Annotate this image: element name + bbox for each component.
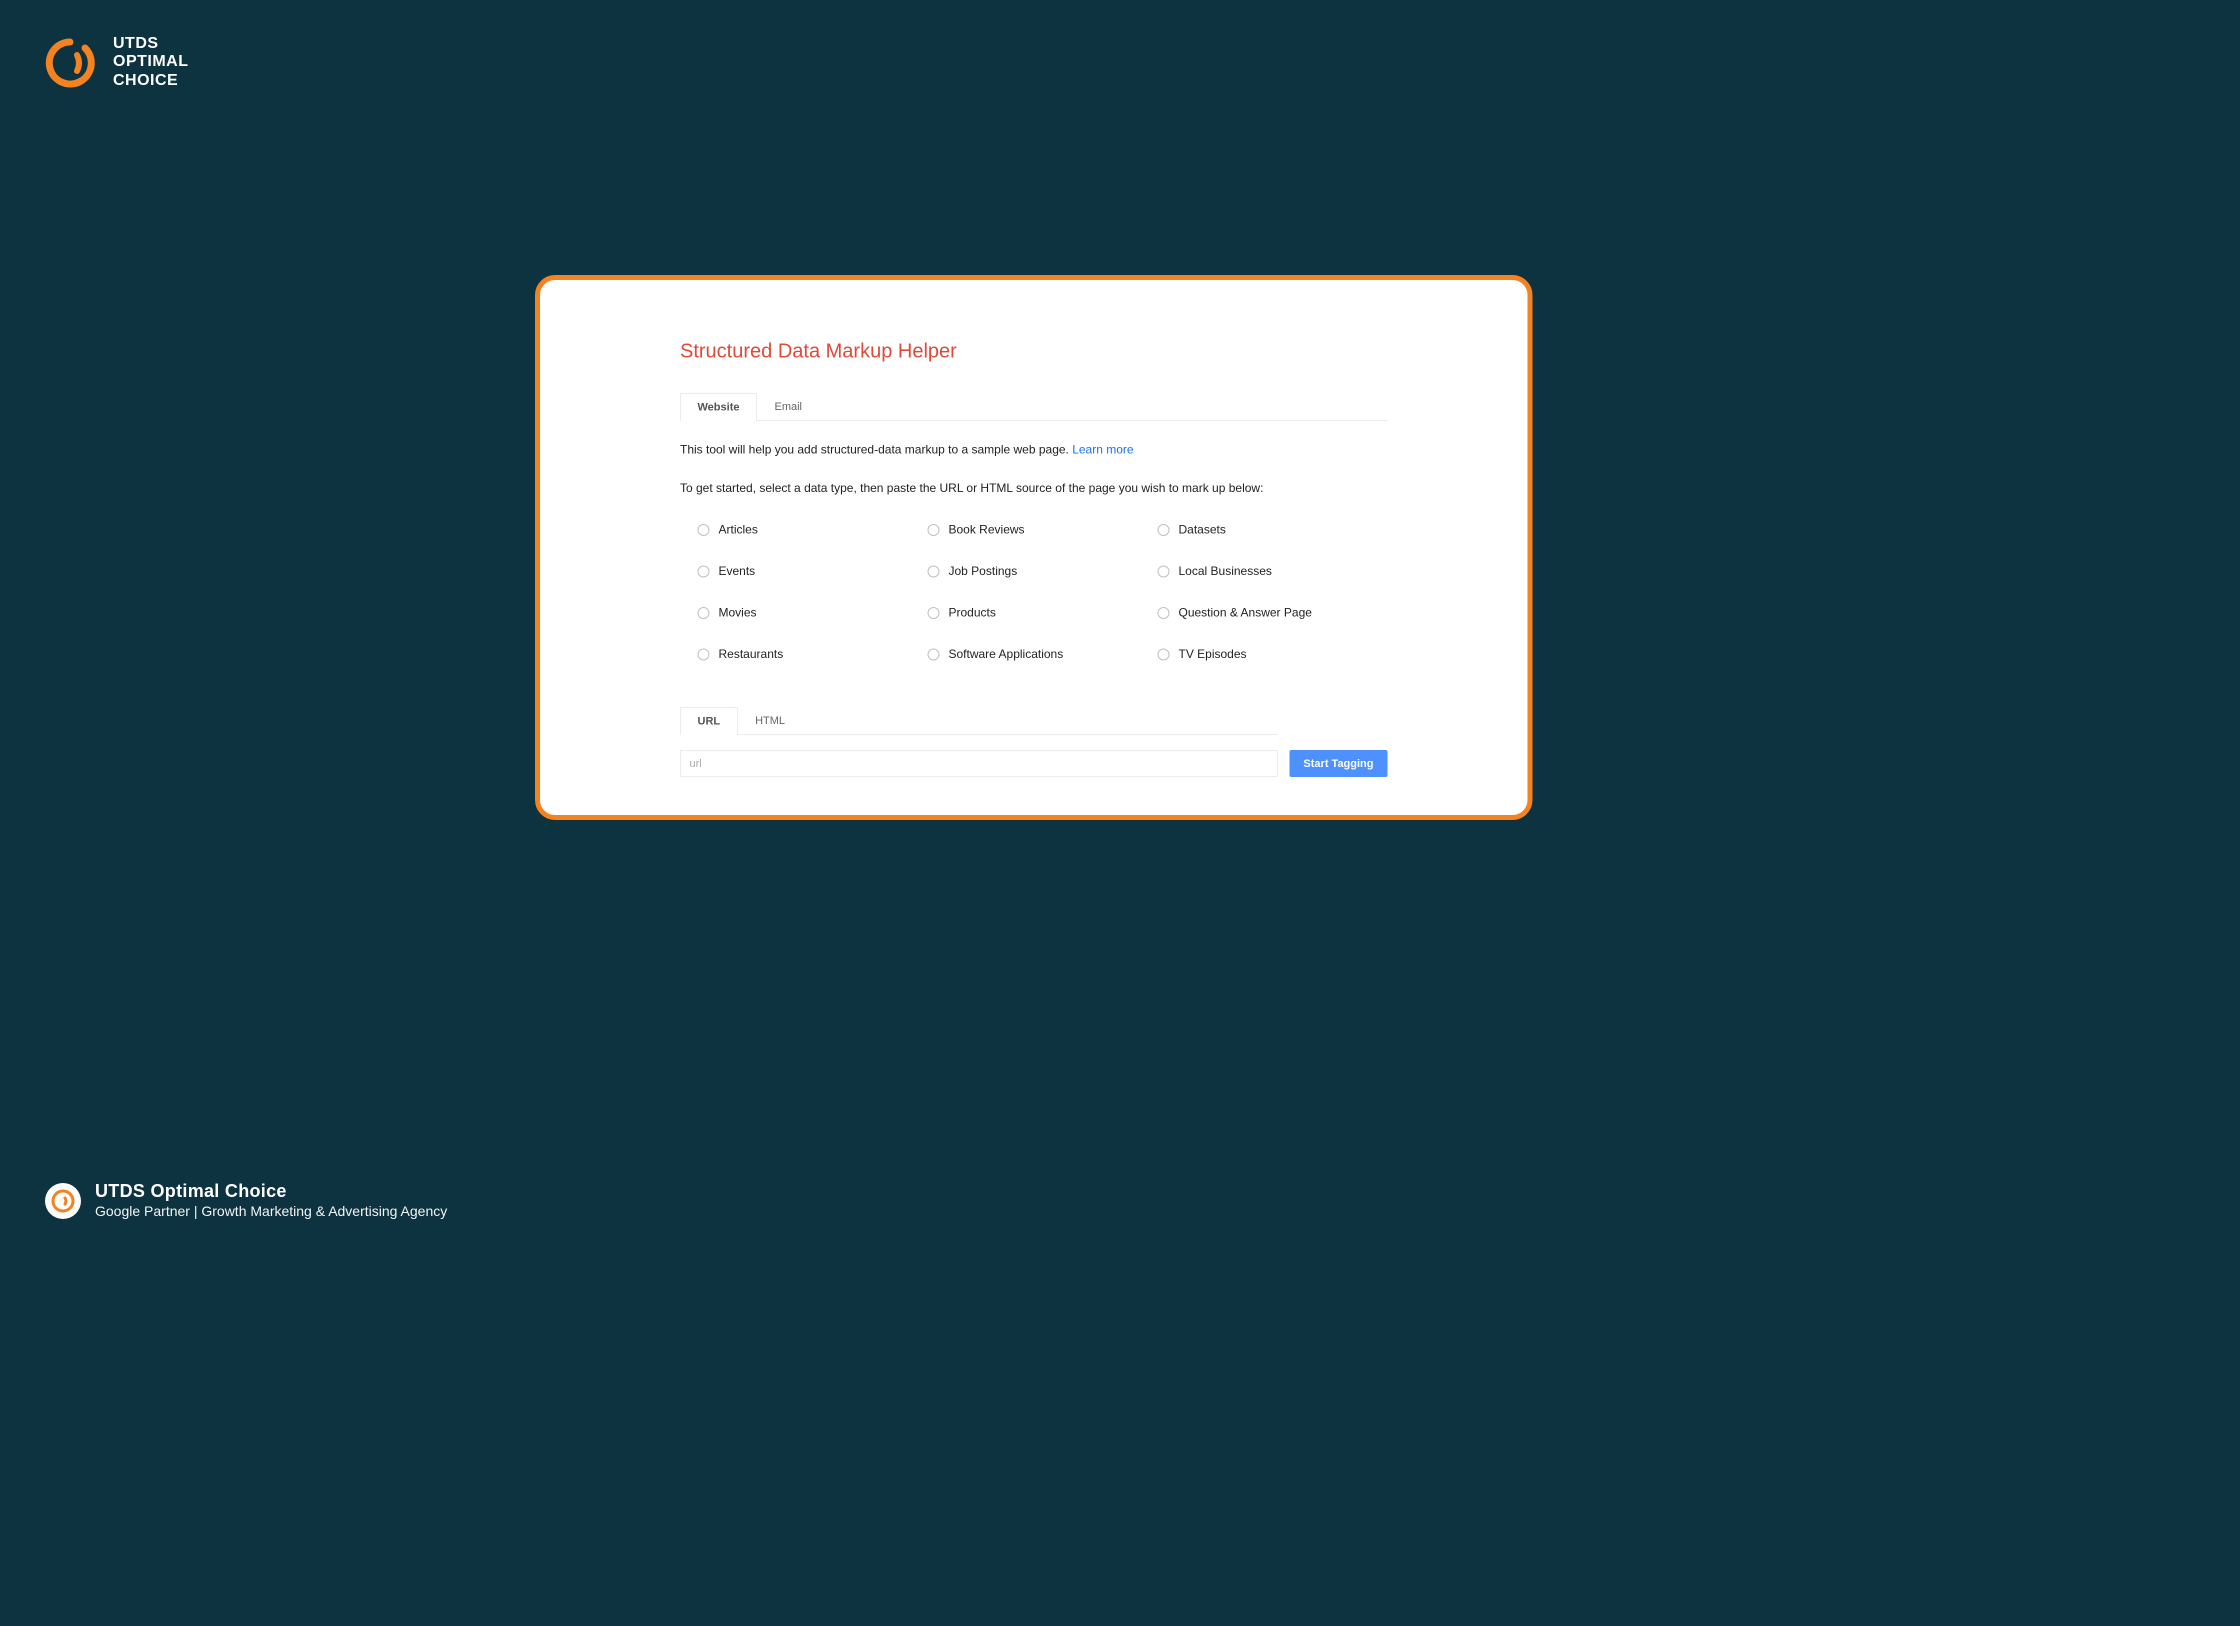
footer-badge-icon	[45, 1183, 81, 1219]
radio-icon	[1158, 649, 1170, 661]
footer-brand: UTDS Optimal Choice Google Partner | Gro…	[45, 1181, 447, 1220]
intro-text-body: This tool will help you add structured-d…	[680, 443, 1072, 457]
footer-title: UTDS Optimal Choice	[95, 1181, 447, 1202]
radio-icon	[698, 607, 710, 619]
radio-icon	[928, 566, 940, 578]
radio-icon	[928, 607, 940, 619]
radio-restaurants[interactable]: Restaurants	[698, 648, 928, 662]
radio-question-answer-page[interactable]: Question & Answer Page	[1158, 606, 1388, 620]
radio-label: Software Applications	[949, 648, 1064, 662]
markup-helper-panel: Structured Data Markup Helper Website Em…	[535, 275, 1533, 820]
brand-line-2: OPTIMAL	[113, 53, 189, 71]
radio-icon	[1158, 524, 1170, 536]
radio-articles[interactable]: Articles	[698, 523, 928, 537]
radio-label: Book Reviews	[949, 523, 1025, 537]
intro-text: This tool will help you add structured-d…	[680, 441, 1388, 459]
instruction-text: To get started, select a data type, then…	[680, 482, 1388, 496]
radio-label: Products	[949, 606, 996, 620]
radio-software-applications[interactable]: Software Applications	[928, 648, 1158, 662]
brand-logo-text: UTDS OPTIMAL CHOICE	[113, 35, 189, 90]
header-logo: UTDS OPTIMAL CHOICE	[45, 35, 189, 90]
url-input[interactable]	[680, 750, 1277, 777]
url-input-column: URL HTML	[680, 707, 1277, 778]
brand-logo-icon	[45, 38, 95, 88]
panel-title: Structured Data Markup Helper	[680, 340, 1388, 363]
tab-email[interactable]: Email	[757, 393, 820, 421]
radio-label: Datasets	[1179, 523, 1226, 537]
data-type-grid: Articles Book Reviews Datasets Events Jo…	[680, 523, 1388, 662]
radio-label: TV Episodes	[1179, 648, 1247, 662]
input-type-tabs: URL HTML	[680, 707, 1277, 736]
radio-label: Events	[719, 565, 756, 579]
radio-icon	[1158, 566, 1170, 578]
radio-products[interactable]: Products	[928, 606, 1158, 620]
page-type-tabs: Website Email	[680, 393, 1388, 422]
tab-url[interactable]: URL	[680, 707, 738, 735]
radio-icon	[698, 566, 710, 578]
radio-tv-episodes[interactable]: TV Episodes	[1158, 648, 1388, 662]
radio-label: Restaurants	[719, 648, 784, 662]
brand-line-3: CHOICE	[113, 72, 189, 90]
url-section: URL HTML Start Tagging	[680, 707, 1388, 778]
radio-local-businesses[interactable]: Local Businesses	[1158, 565, 1388, 579]
learn-more-link[interactable]: Learn more	[1072, 443, 1133, 457]
footer-text: UTDS Optimal Choice Google Partner | Gro…	[95, 1181, 447, 1220]
radio-label: Local Businesses	[1179, 565, 1272, 579]
radio-label: Articles	[719, 523, 758, 537]
tab-website[interactable]: Website	[680, 393, 757, 421]
radio-icon	[928, 649, 940, 661]
radio-movies[interactable]: Movies	[698, 606, 928, 620]
start-tagging-button[interactable]: Start Tagging	[1289, 750, 1387, 777]
radio-events[interactable]: Events	[698, 565, 928, 579]
radio-icon	[698, 649, 710, 661]
radio-datasets[interactable]: Datasets	[1158, 523, 1388, 537]
radio-icon	[1158, 607, 1170, 619]
radio-label: Job Postings	[949, 565, 1018, 579]
radio-icon	[928, 524, 940, 536]
brand-line-1: UTDS	[113, 35, 189, 53]
radio-job-postings[interactable]: Job Postings	[928, 565, 1158, 579]
footer-subtitle: Google Partner | Growth Marketing & Adve…	[95, 1202, 447, 1220]
tab-html[interactable]: HTML	[738, 707, 803, 735]
radio-label: Question & Answer Page	[1179, 606, 1312, 620]
radio-label: Movies	[719, 606, 757, 620]
radio-icon	[698, 524, 710, 536]
radio-book-reviews[interactable]: Book Reviews	[928, 523, 1158, 537]
